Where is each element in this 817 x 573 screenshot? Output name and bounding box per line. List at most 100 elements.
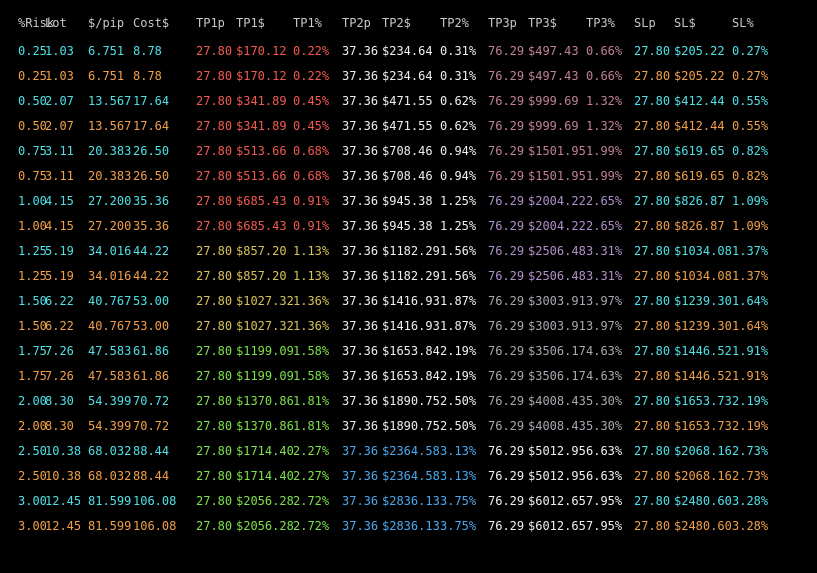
cell-tp1p: 27.80: [196, 319, 233, 333]
column-header: TP2$: [382, 16, 411, 30]
cell-tp2d: $1182.29: [382, 269, 440, 283]
cell-slpct: 2.73%: [732, 469, 769, 483]
column-header: TP2p: [342, 16, 371, 30]
cell-tp1p: 27.80: [196, 219, 233, 233]
cell-slp: 27.80: [634, 194, 671, 208]
cell-tp1p: 27.80: [196, 44, 233, 58]
cell-tp2pct: 0.94%: [440, 144, 477, 158]
cell-tp3d: $999.69: [528, 94, 579, 108]
cell-tp1d: $1370.86: [236, 394, 294, 408]
cell-sld: $619.65: [674, 144, 725, 158]
cell-pip: 13.567: [88, 94, 132, 108]
cell-risk: 3.00: [18, 494, 47, 508]
cell-slpct: 0.27%: [732, 69, 769, 83]
cell-lot: 1.03: [45, 69, 74, 83]
cell-slpct: 1.64%: [732, 294, 769, 308]
cell-risk: 2.00: [18, 419, 47, 433]
cell-sld: $1653.73: [674, 419, 732, 433]
cell-tp2d: $945.38: [382, 194, 433, 208]
cell-risk: 0.50: [18, 119, 47, 133]
cell-pip: 27.200: [88, 219, 132, 233]
cell-tp2pct: 0.31%: [440, 44, 477, 58]
cell-tp1pct: 2.27%: [293, 444, 330, 458]
cell-tp1d: $1199.09: [236, 344, 294, 358]
cell-lot: 10.38: [45, 444, 82, 458]
cell-lot: 6.22: [45, 319, 74, 333]
cell-cost: 106.08: [133, 519, 177, 533]
cell-tp2pct: 3.13%: [440, 469, 477, 483]
cell-tp1pct: 1.58%: [293, 344, 330, 358]
cell-tp2d: $2364.58: [382, 469, 440, 483]
cell-tp2d: $945.38: [382, 219, 433, 233]
cell-tp2d: $471.55: [382, 94, 433, 108]
cell-pip: 20.383: [88, 169, 132, 183]
cell-tp2p: 37.36: [342, 494, 379, 508]
cell-lot: 4.15: [45, 219, 74, 233]
cell-tp1p: 27.80: [196, 169, 233, 183]
cell-pip: 13.567: [88, 119, 132, 133]
cell-slp: 27.80: [634, 444, 671, 458]
cell-slp: 27.80: [634, 369, 671, 383]
cell-tp2p: 37.36: [342, 269, 379, 283]
cell-cost: 61.86: [133, 344, 170, 358]
cell-tp2d: $471.55: [382, 119, 433, 133]
cell-slpct: 1.37%: [732, 244, 769, 258]
cell-tp1d: $513.66: [236, 144, 287, 158]
cell-tp2p: 37.36: [342, 294, 379, 308]
cell-cost: 88.44: [133, 444, 170, 458]
cell-lot: 7.26: [45, 344, 74, 358]
cell-cost: 17.64: [133, 94, 170, 108]
cell-sld: $2480.60: [674, 519, 732, 533]
table-row: 2.00 8.30 54.399 70.72 27.80 $1370.86 1.81% 37.…: [0, 393, 817, 409]
cell-tp3pct: 6.63%: [586, 444, 623, 458]
cell-slpct: 1.09%: [732, 219, 769, 233]
cell-pip: 34.016: [88, 269, 132, 283]
cell-tp2d: $2836.13: [382, 494, 440, 508]
table-row: 1.00 4.15 27.200 35.36 27.80 $685.43 0.91% 37.3…: [0, 193, 817, 209]
cell-risk: 2.50: [18, 469, 47, 483]
cell-tp2d: $708.46: [382, 169, 433, 183]
cell-pip: 34.016: [88, 244, 132, 258]
cell-tp2d: $1653.84: [382, 369, 440, 383]
cell-risk: 1.00: [18, 219, 47, 233]
cell-tp1pct: 1.81%: [293, 394, 330, 408]
cell-slp: 27.80: [634, 394, 671, 408]
cell-tp3d: $4008.43: [528, 394, 586, 408]
cell-tp3p: 76.29: [488, 344, 525, 358]
cell-slp: 27.80: [634, 319, 671, 333]
cell-tp1d: $857.20: [236, 269, 287, 283]
cell-lot: 8.30: [45, 419, 74, 433]
cell-cost: 35.36: [133, 194, 170, 208]
cell-tp1d: $170.12: [236, 44, 287, 58]
cell-tp3d: $2004.22: [528, 194, 586, 208]
cell-cost: 106.08: [133, 494, 177, 508]
cell-risk: 0.50: [18, 94, 47, 108]
cell-slp: 27.80: [634, 44, 671, 58]
cell-tp1d: $1027.32: [236, 294, 294, 308]
table-row: 2.50 10.38 68.032 88.44 27.80 $1714.40 2.27% 37…: [0, 443, 817, 459]
cell-tp2p: 37.36: [342, 94, 379, 108]
table-row: 2.50 10.38 68.032 88.44 27.80 $1714.40 2.27% 37…: [0, 468, 817, 484]
table-row: 0.75 3.11 20.383 26.50 27.80 $513.66 0.68% 37.3…: [0, 143, 817, 159]
cell-tp1p: 27.80: [196, 394, 233, 408]
cell-pip: 6.751: [88, 69, 125, 83]
cell-tp1pct: 2.72%: [293, 494, 330, 508]
cell-sld: $412.44: [674, 119, 725, 133]
cell-cost: 70.72: [133, 419, 170, 433]
cell-slpct: 0.55%: [732, 94, 769, 108]
table-row: 1.25 5.19 34.016 44.22 27.80 $857.20 1.13% 37.3…: [0, 243, 817, 259]
cell-tp3d: $4008.43: [528, 419, 586, 433]
cell-tp1p: 27.80: [196, 194, 233, 208]
cell-slp: 27.80: [634, 219, 671, 233]
cell-cost: 8.78: [133, 69, 162, 83]
cell-lot: 10.38: [45, 469, 82, 483]
cell-cost: 8.78: [133, 44, 162, 58]
table-row: 3.00 12.45 81.599 106.08 27.80 $2056.28 2.72% 3…: [0, 493, 817, 509]
cell-tp2pct: 3.13%: [440, 444, 477, 458]
table-row: 1.50 6.22 40.767 53.00 27.80 $1027.32 1.36% 37.…: [0, 318, 817, 334]
cell-tp3p: 76.29: [488, 469, 525, 483]
cell-slp: 27.80: [634, 344, 671, 358]
cell-cost: 70.72: [133, 394, 170, 408]
cell-tp2d: $234.64: [382, 69, 433, 83]
cell-tp3pct: 1.32%: [586, 94, 623, 108]
